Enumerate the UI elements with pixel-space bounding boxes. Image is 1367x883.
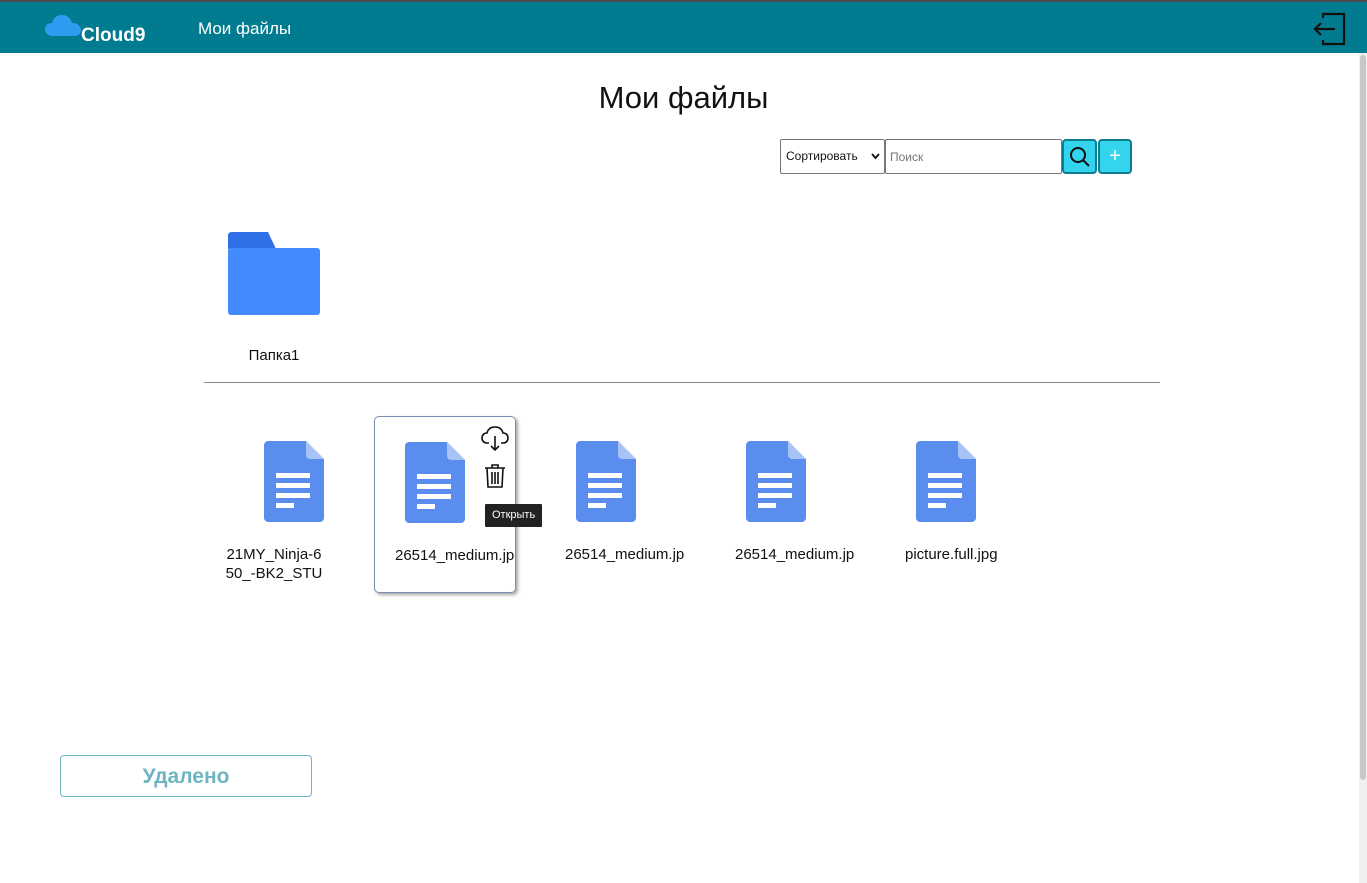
- logout-icon[interactable]: [1311, 11, 1347, 47]
- nav-my-files[interactable]: Мои файлы: [198, 19, 291, 39]
- page-title: Мои файлы: [598, 80, 769, 115]
- file-item[interactable]: picture.full.jpg: [884, 416, 1026, 593]
- sort-select[interactable]: Сортировать: [780, 139, 885, 174]
- document-icon: [576, 441, 636, 522]
- divider: [204, 382, 1160, 383]
- folder-item[interactable]: Папка1: [214, 222, 334, 372]
- file-item[interactable]: 26514_medium.jpg: [714, 416, 856, 593]
- file-label: 26514_medium.jpg: [735, 546, 855, 563]
- file-label: 26514_medium.jpg: [565, 546, 685, 563]
- file-item[interactable]: 21MY_Ninja-650_-BK2_STU: [204, 416, 346, 593]
- file-item[interactable]: 26514_medium.jpg: [544, 416, 686, 593]
- top-navbar: Cloud9 Мои файлы: [0, 0, 1367, 53]
- chevron-down-icon: [871, 153, 880, 160]
- file-label: 26514_medium.jpg: [395, 547, 515, 564]
- cloud-icon: [45, 15, 81, 36]
- deleted-button[interactable]: Удалено: [60, 755, 312, 797]
- search-icon: [1070, 147, 1090, 167]
- search-button[interactable]: [1062, 139, 1097, 174]
- cloud-download-icon[interactable]: [481, 424, 509, 452]
- file-label: 21MY_Ninja-650_-BK2_STU: [225, 546, 323, 582]
- folder-label: Папка1: [248, 347, 300, 364]
- tooltip: Открыть: [485, 504, 543, 527]
- document-icon: [746, 441, 806, 522]
- folder-icon: [228, 232, 320, 315]
- document-icon: [264, 441, 324, 522]
- add-button[interactable]: +: [1098, 139, 1132, 174]
- logo[interactable]: Cloud9: [44, 12, 164, 48]
- file-label: picture.full.jpg: [905, 546, 998, 563]
- logo-text: Cloud9: [81, 25, 146, 46]
- scrollbar-thumb[interactable]: [1360, 55, 1366, 780]
- document-icon: [916, 441, 976, 522]
- search-input[interactable]: [885, 139, 1062, 174]
- trash-icon[interactable]: [484, 463, 506, 489]
- sort-select-label: Сортировать: [786, 149, 858, 163]
- document-icon: [405, 442, 465, 523]
